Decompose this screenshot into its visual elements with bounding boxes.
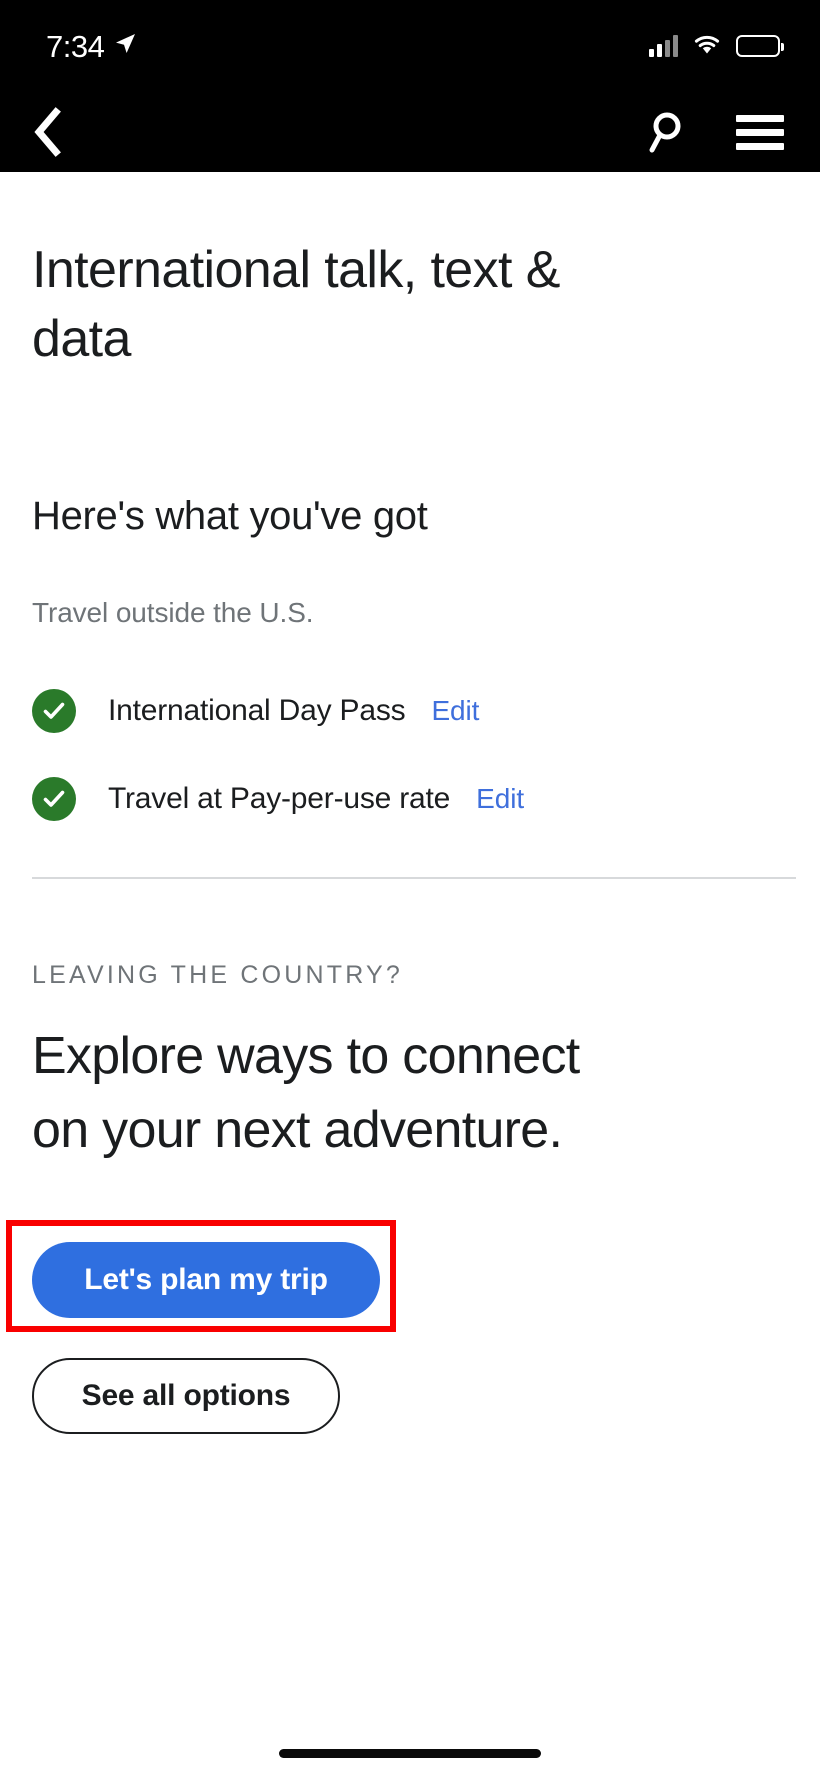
feature-label: International Day Pass	[108, 694, 406, 728]
status-bar-time: 7:34	[46, 28, 105, 64]
list-item: Travel at Pay-per-use rate Edit	[32, 755, 788, 843]
status-bar-right	[649, 33, 784, 60]
plan-my-trip-button[interactable]: Let's plan my trip	[32, 1241, 380, 1318]
edit-link[interactable]: Edit	[476, 783, 524, 815]
check-circle-icon	[32, 689, 76, 734]
feature-label: Travel at Pay-per-use rate	[108, 782, 451, 816]
status-bar: 7:34	[0, 0, 820, 92]
cellular-signal-icon	[649, 35, 678, 57]
summary-subheading: Travel outside the U.S.	[32, 597, 314, 629]
wifi-icon	[692, 33, 722, 60]
edit-link[interactable]: Edit	[431, 695, 479, 727]
location-arrow-icon	[114, 33, 136, 60]
feature-check-list: International Day Pass Edit Travel at Pa…	[32, 667, 788, 843]
check-circle-icon	[32, 777, 76, 822]
section-divider	[32, 877, 796, 880]
back-chevron-icon[interactable]	[30, 107, 64, 157]
summary-heading: Here's what you've got	[32, 494, 428, 539]
see-all-options-button[interactable]: See all options	[32, 1357, 340, 1434]
hamburger-menu-icon[interactable]	[736, 114, 784, 150]
nav-bar	[0, 92, 820, 172]
promo-eyebrow: LEAVING THE COUNTRY?	[32, 961, 404, 990]
search-icon[interactable]	[644, 109, 688, 155]
cta-group: Let's plan my trip See all options	[6, 1219, 788, 1434]
home-indicator	[279, 1749, 541, 1758]
status-bar-left: 7:34	[46, 31, 136, 62]
battery-icon	[736, 35, 784, 57]
nav-bar-actions	[644, 109, 784, 155]
page-title: International talk, text & data	[32, 241, 560, 369]
main-content: International talk, text & data Here's w…	[0, 236, 820, 1434]
list-item: International Day Pass Edit	[32, 667, 788, 755]
promo-headline: Explore ways to connect on your next adv…	[32, 1027, 580, 1160]
